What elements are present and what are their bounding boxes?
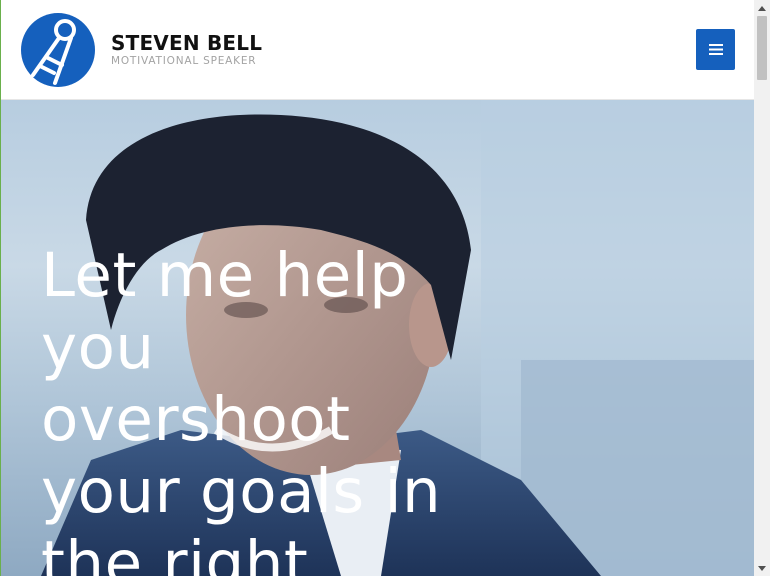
scrollbar-thumb[interactable] xyxy=(757,16,767,80)
site-header: STEVEN BELL MOTIVATIONAL SPEAKER xyxy=(1,0,754,100)
page: STEVEN BELL MOTIVATIONAL SPEAKER Let me … xyxy=(0,0,754,576)
hamburger-icon xyxy=(708,44,723,55)
brand-name[interactable]: STEVEN BELL xyxy=(111,31,262,55)
brand-tagline: MOTIVATIONAL SPEAKER xyxy=(111,55,257,67)
menu-toggle-button[interactable] xyxy=(696,29,735,70)
vertical-scrollbar[interactable] xyxy=(754,0,770,576)
hero-section: Let me help you overshoot your goals in … xyxy=(1,100,754,576)
hero-heading: Let me help you overshoot your goals in … xyxy=(41,240,442,576)
scroll-up-arrow-icon[interactable] xyxy=(754,0,770,16)
scroll-down-arrow-icon[interactable] xyxy=(754,560,770,576)
brand-logo-icon[interactable] xyxy=(21,13,95,87)
